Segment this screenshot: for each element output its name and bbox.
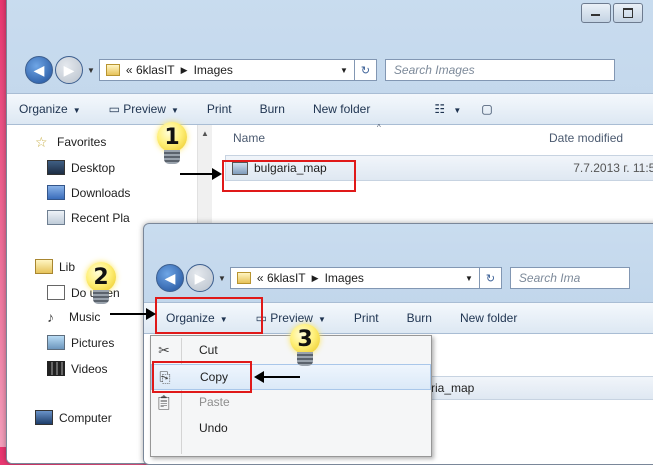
recent-places-icon: [47, 210, 65, 225]
minimize-button[interactable]: [581, 3, 611, 23]
address-bar[interactable]: « 6klasIT ▶ Images ▼: [229, 267, 480, 289]
title-bar: [7, 0, 653, 33]
address-dropdown-icon[interactable]: ▼: [340, 66, 348, 75]
search-input[interactable]: Search Images: [384, 59, 615, 81]
back-button[interactable]: ◀: [156, 264, 184, 292]
view-options-icon[interactable]: ☷ ▼: [434, 102, 461, 116]
libraries-icon: [35, 259, 53, 274]
pictures-icon: [47, 335, 65, 350]
forward-button[interactable]: ▶: [186, 264, 214, 292]
step1-arrow-icon: [180, 168, 222, 180]
file-row-partial[interactable]: ria_map: [424, 376, 653, 400]
column-header-date[interactable]: Date modified: [549, 131, 623, 145]
nav-computer[interactable]: Computer: [35, 410, 112, 425]
folder-icon: [236, 272, 251, 284]
breadcrumb-6klasit[interactable]: 6klasIT: [267, 271, 306, 285]
nav-music[interactable]: ♪ Music: [47, 308, 100, 325]
new-folder-button[interactable]: New folder: [313, 102, 370, 116]
address-row: ◀ ▶ ▼ « 6klasIT ▶ Images ▼ ↻ Search Imag…: [7, 53, 653, 87]
star-icon: ☆: [35, 133, 48, 150]
step3-arrow-icon: [254, 371, 300, 383]
nav-downloads[interactable]: Downloads: [47, 185, 130, 200]
breadcrumb-images[interactable]: Images: [325, 271, 364, 285]
history-dropdown-icon[interactable]: ▼: [87, 66, 95, 75]
nav-pictures[interactable]: Pictures: [47, 335, 114, 350]
chevron-right-icon: ▶: [311, 272, 319, 283]
refresh-icon[interactable]: ↻: [479, 267, 502, 289]
command-bar: Organize ▼ ▭ Preview ▼ Print Burn New fold…: [7, 93, 653, 125]
refresh-icon[interactable]: ↻: [354, 59, 377, 81]
nav-recent-places[interactable]: Recent Pla: [47, 210, 130, 225]
nav-desktop[interactable]: Desktop: [47, 160, 115, 175]
file-name: ria_map: [431, 381, 475, 395]
burn-button[interactable]: Burn: [260, 102, 285, 116]
preview-pane-icon[interactable]: ▢: [481, 102, 492, 116]
nav-favorites[interactable]: ☆ Favorites: [35, 133, 106, 150]
address-row: ◀ ▶ ▼ « 6klasIT ▶ Images ▼ ↻ Search Ima: [144, 261, 653, 295]
breadcrumb-6klasit[interactable]: 6klasIT: [136, 63, 175, 77]
address-prefix: «: [125, 63, 133, 77]
folder-icon: [105, 64, 120, 76]
column-header-name[interactable]: Name: [233, 131, 265, 145]
computer-icon: [35, 410, 53, 425]
paste-icon: 📋︎: [155, 393, 173, 410]
preview-button[interactable]: ▭ Preview ▼: [109, 102, 179, 116]
preview-button[interactable]: ▭ Preview ▼: [256, 311, 326, 325]
forward-button[interactable]: ▶: [55, 56, 83, 84]
search-input[interactable]: Search Ima: [509, 267, 630, 289]
menu-item-paste[interactable]: 📋︎ Paste: [151, 390, 431, 414]
address-bar[interactable]: « 6klasIT ▶ Images ▼: [98, 59, 355, 81]
sort-caret-icon: ^: [377, 123, 381, 132]
back-button[interactable]: ◀: [25, 56, 53, 84]
scissors-icon: ✂: [158, 341, 170, 358]
step2-bulb-icon: 2: [84, 262, 118, 308]
address-dropdown-icon[interactable]: ▼: [465, 274, 473, 283]
burn-button[interactable]: Burn: [407, 311, 432, 325]
highlight-organize: [155, 297, 263, 334]
breadcrumb-images[interactable]: Images: [194, 63, 233, 77]
scroll-up-icon[interactable]: ▲: [201, 129, 209, 138]
print-button[interactable]: Print: [207, 102, 232, 116]
menu-item-undo[interactable]: Undo: [151, 416, 431, 440]
nav-libraries[interactable]: Lib: [35, 259, 75, 274]
videos-icon: [47, 361, 65, 376]
file-date: 7.7.2013 г. 11:52: [573, 161, 653, 175]
music-icon: ♪: [47, 308, 54, 325]
maximize-button[interactable]: [613, 3, 643, 23]
print-button[interactable]: Print: [354, 311, 379, 325]
history-dropdown-icon[interactable]: ▼: [218, 274, 226, 283]
nav-videos[interactable]: Videos: [47, 361, 107, 376]
step1-bulb-icon: 1: [155, 122, 189, 168]
downloads-icon: [47, 185, 65, 200]
chevron-right-icon: ▶: [180, 64, 188, 75]
highlight-file: [222, 160, 356, 192]
highlight-copy: [152, 361, 252, 393]
documents-icon: [47, 285, 65, 300]
address-prefix: «: [256, 271, 264, 285]
desktop-icon: [47, 160, 65, 175]
organize-button[interactable]: Organize ▼: [19, 102, 81, 116]
new-folder-button[interactable]: New folder: [460, 311, 517, 325]
step2-arrow-icon: [110, 308, 156, 320]
step3-bulb-icon: 3: [288, 324, 322, 370]
